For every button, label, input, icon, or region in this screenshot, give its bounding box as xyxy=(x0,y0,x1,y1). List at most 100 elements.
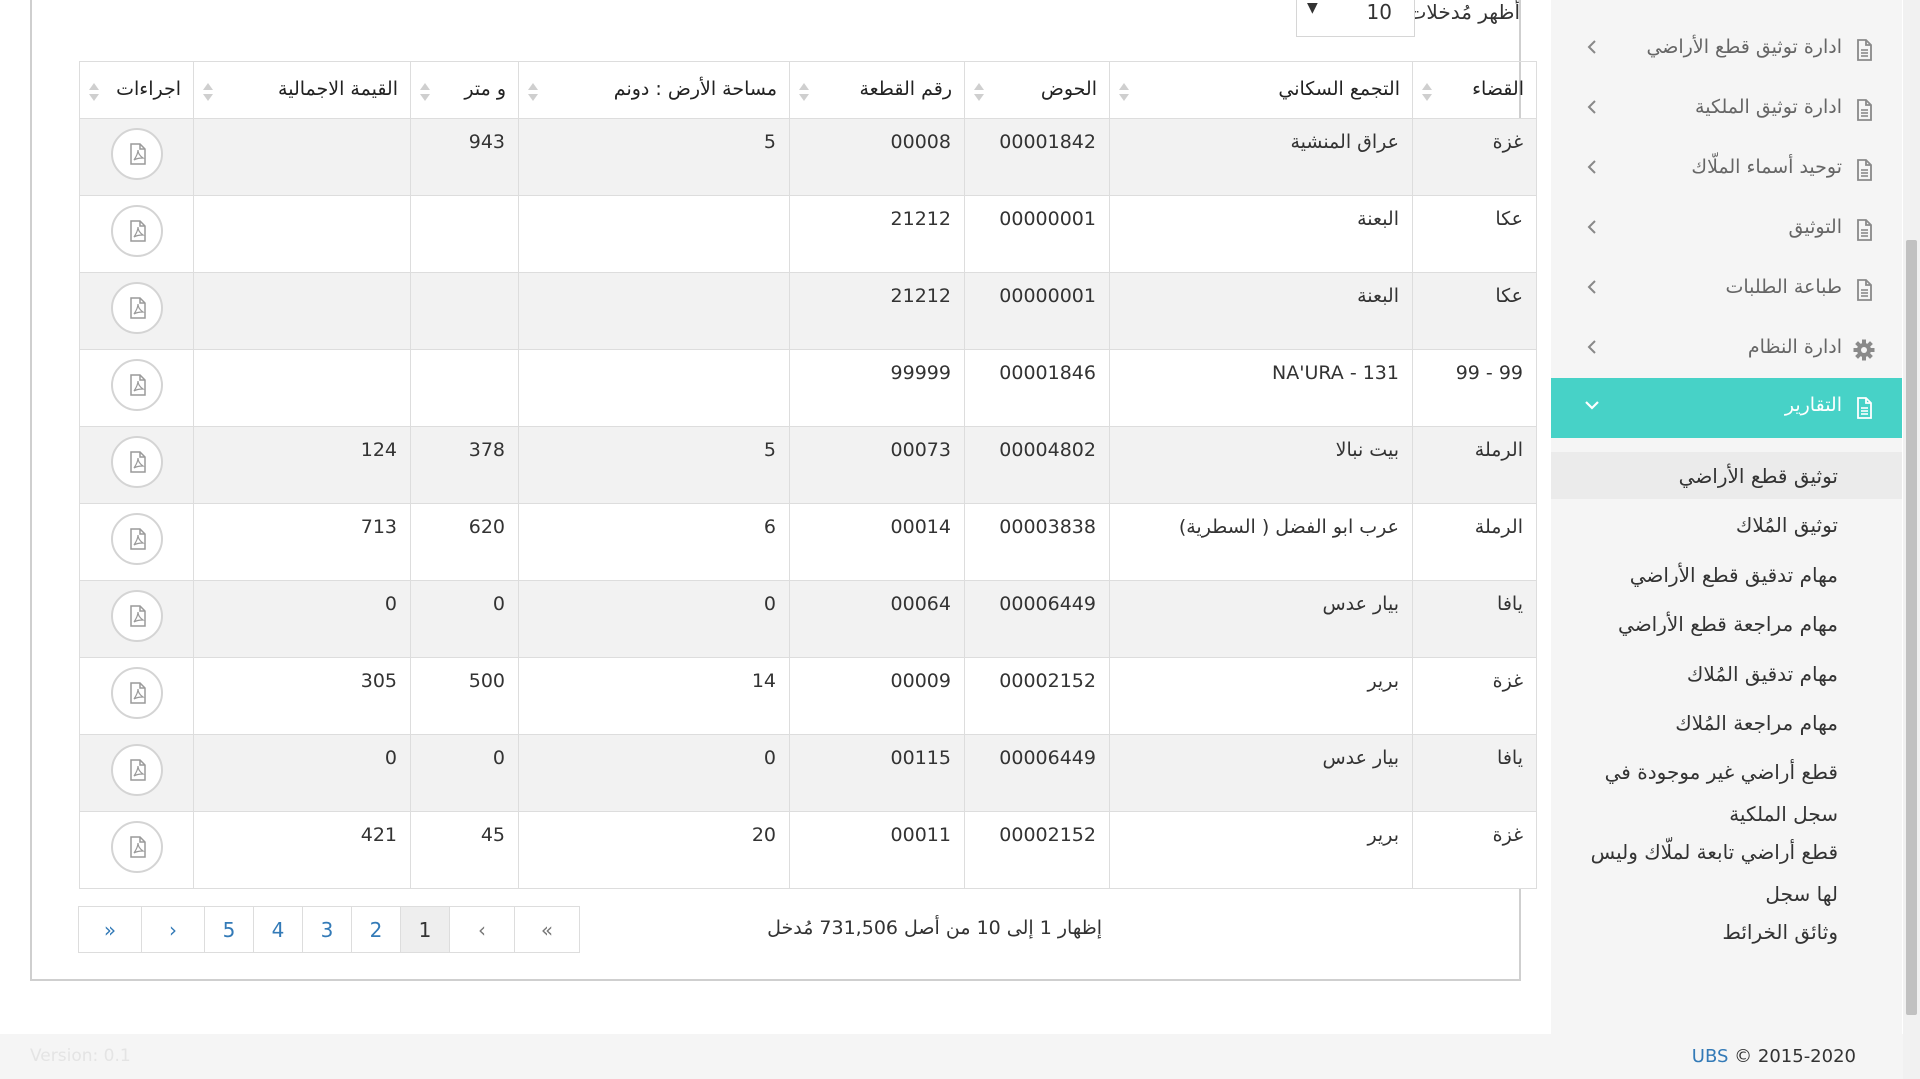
table-cell: عكا xyxy=(1412,272,1537,350)
table-cell: 99999 xyxy=(789,349,965,427)
scrollbar-thumb[interactable] xyxy=(1906,240,1917,1015)
sidebar-item-label: ادارة النظام xyxy=(1747,336,1842,358)
table-cell xyxy=(410,349,519,427)
submenu-item-5[interactable]: مهام تدقيق المُلاك xyxy=(1687,660,1838,689)
submenu-item-label: مهام تدقيق المُلاك xyxy=(1686,662,1838,686)
pdf-export-button[interactable] xyxy=(110,667,163,719)
sidebar-item-3[interactable]: توحيد أسماء الملّاك xyxy=(1551,140,1902,200)
pdf-export-button[interactable] xyxy=(110,744,163,796)
pdf-export-button[interactable] xyxy=(110,128,163,180)
table-cell: 21212 xyxy=(789,195,965,273)
sort-icon xyxy=(1118,80,1130,104)
sidebar-item-label: طباعة الطلبات xyxy=(1725,276,1842,298)
chevron-left-icon xyxy=(1581,276,1603,298)
pdf-export-button[interactable] xyxy=(110,205,163,257)
actions-cell xyxy=(79,195,194,273)
table-cell: 14 xyxy=(518,657,790,735)
table-cell: يافا xyxy=(1412,580,1537,658)
table-cell: 00008 xyxy=(789,118,965,196)
column-header-5[interactable]: مساحة الأرض : دونم xyxy=(518,61,790,119)
entries-length-select[interactable]: 10 ▼ xyxy=(1296,0,1415,37)
submenu-item-4[interactable]: مهام مراجعة قطع الأراضي xyxy=(1618,610,1838,639)
submenu-item-8[interactable]: قطع أراضي تابعة لملّاك وليس لها سجل xyxy=(1591,838,1838,909)
actions-cell xyxy=(79,349,194,427)
submenu-item-label-line2: سجل الملكية xyxy=(1729,802,1838,826)
submenu-item-label: مهام تدقيق قطع الأراضي xyxy=(1629,563,1838,587)
pdf-export-button[interactable] xyxy=(110,282,163,334)
submenu-item-2[interactable]: توثيق المُلاك xyxy=(1736,511,1838,540)
submenu-item-label-line2: لها سجل xyxy=(1765,882,1838,906)
actions-cell xyxy=(79,657,194,735)
sidebar-item-4[interactable]: التوثيق xyxy=(1551,200,1902,260)
sidebar-item-2[interactable]: ادارة توثيق الملكية xyxy=(1551,80,1902,140)
column-header-8[interactable]: اجراءات xyxy=(79,61,194,119)
pagination-first-button[interactable]: « xyxy=(514,906,580,953)
table-cell: 00006449 xyxy=(964,734,1110,812)
table-row: عكا البعنة 00000001 21212 xyxy=(79,195,1537,273)
sidebar-item-7[interactable]: التقارير xyxy=(1551,378,1902,438)
submenu-item-3[interactable]: مهام تدقيق قطع الأراضي xyxy=(1630,561,1838,590)
table-cell: 305 xyxy=(193,657,411,735)
pagination-page-3[interactable]: 3 xyxy=(302,906,352,953)
chevron-left-icon xyxy=(1581,36,1603,58)
sidebar-item-label: التوثيق xyxy=(1788,216,1842,238)
column-header-label: القيمة الاجمالية xyxy=(278,78,398,100)
submenu-item-9[interactable]: وثائق الخرائط xyxy=(1722,918,1838,947)
table-cell: 0 xyxy=(193,734,411,812)
sidebar-item-5[interactable]: طباعة الطلبات xyxy=(1551,260,1902,320)
submenu-item-1[interactable]: توثيق قطع الأراضي xyxy=(1679,462,1838,491)
table-cell: 00009 xyxy=(789,657,965,735)
column-header-2[interactable]: التجمع السكاني xyxy=(1109,61,1413,119)
column-header-1[interactable]: القضاء xyxy=(1412,61,1537,119)
column-header-4[interactable]: رقم القطعة xyxy=(789,61,965,119)
table-info: إظهار 1 إلى 10 من أصل 731,506 مُدخل xyxy=(767,917,1102,939)
sort-icon xyxy=(419,80,431,104)
table-cell: غزة xyxy=(1412,811,1537,889)
pagination-page-4[interactable]: 4 xyxy=(253,906,303,953)
pagination-page-1[interactable]: 1 xyxy=(400,906,450,953)
actions-cell xyxy=(79,734,194,812)
pagination-page-5[interactable]: 5 xyxy=(204,906,254,953)
table-row: غزة برير 00002152 00009 14 500 305 xyxy=(79,657,1537,735)
actions-cell xyxy=(79,580,194,658)
chevron-left-icon xyxy=(1581,216,1603,238)
table-cell: عكا xyxy=(1412,195,1537,273)
chevron-left-icon xyxy=(1581,96,1603,118)
pdf-export-button[interactable] xyxy=(110,436,163,488)
table-cell: 00000001 xyxy=(964,272,1110,350)
pagination-page-2[interactable]: 2 xyxy=(351,906,401,953)
actions-cell xyxy=(79,118,194,196)
pdf-export-button[interactable] xyxy=(110,513,163,565)
pagination-prev-button[interactable]: ‹ xyxy=(449,906,515,953)
submenu-item-7[interactable]: قطع أراضي غير موجودة في سجل الملكية xyxy=(1605,758,1838,829)
table-cell: 00073 xyxy=(789,426,965,504)
table-cell: غزة xyxy=(1412,118,1537,196)
brand-link[interactable]: UBS xyxy=(1692,1046,1729,1067)
pagination-last-button[interactable]: » xyxy=(78,906,142,953)
table-cell: 124 xyxy=(193,426,411,504)
pdf-export-button[interactable] xyxy=(110,359,163,411)
entries-length-value: 10 xyxy=(1366,0,1392,24)
chevron-left-icon xyxy=(1581,156,1603,178)
table-row: عكا البعنة 00000001 21212 xyxy=(79,272,1537,350)
table-cell xyxy=(518,349,790,427)
pdf-export-button[interactable] xyxy=(110,590,163,642)
sidebar-item-6[interactable]: ادارة النظام xyxy=(1551,320,1902,380)
table-cell: 45 xyxy=(410,811,519,889)
table-cell: 0 xyxy=(410,734,519,812)
sidebar-item-1[interactable]: ادارة توثيق قطع الأراضي xyxy=(1551,20,1902,80)
pdf-export-button[interactable] xyxy=(110,821,163,873)
column-header-label: رقم القطعة xyxy=(859,78,952,100)
table-cell: 00006449 xyxy=(964,580,1110,658)
table-cell: 0 xyxy=(518,580,790,658)
submenu-item-6[interactable]: مهام مراجعة المُلاك xyxy=(1675,709,1838,738)
submenu-item-label: وثائق الخرائط xyxy=(1722,920,1838,944)
pagination-next-button[interactable]: › xyxy=(141,906,205,953)
document-icon xyxy=(1852,158,1876,182)
column-header-7[interactable]: القيمة الاجمالية xyxy=(193,61,411,119)
copyright-text: UBS © 2015-2020 xyxy=(1692,1046,1856,1067)
column-header-6[interactable]: و متر xyxy=(410,61,519,119)
sort-icon xyxy=(798,80,810,104)
column-header-3[interactable]: الحوض xyxy=(964,61,1110,119)
table-cell: 99 - 99 xyxy=(1412,349,1537,427)
